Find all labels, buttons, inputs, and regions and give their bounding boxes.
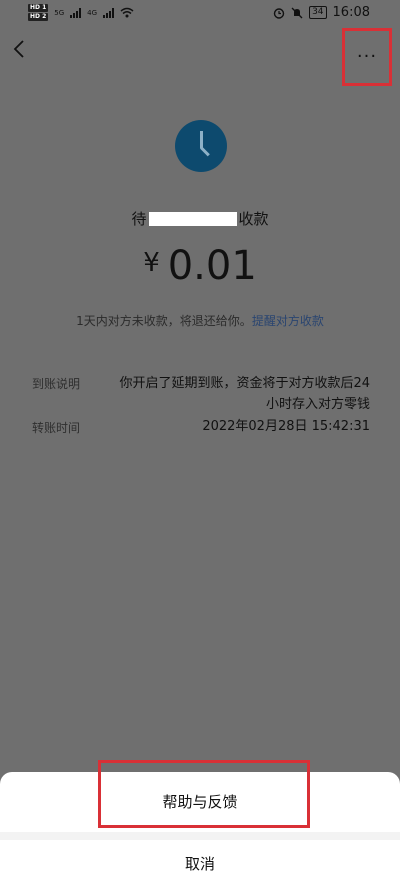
network1-label: 5G: [54, 8, 65, 17]
network2-label: 4G: [87, 8, 98, 17]
status-right: 34 16:08: [273, 5, 370, 20]
cancel-button[interactable]: 取消: [0, 840, 400, 888]
status-prefix: 待: [131, 210, 147, 228]
help-highlight-box: [98, 760, 310, 828]
arrival-label: 到账说明: [32, 377, 81, 391]
transfer-amount: ¥0.01: [0, 243, 400, 289]
redacted-name: [148, 212, 237, 226]
arrival-value: 你开启了延期到账，资金将于对方收款后24 小时存入对方零钱: [119, 373, 370, 415]
back-arrow-icon: [13, 40, 24, 58]
sheet-divider: [0, 832, 400, 840]
currency-symbol: ¥: [143, 248, 160, 278]
transfer-detail-screen: HD 1 HD 2 5G 4G 34 16:08 ··· 待 收款 ¥ 0.01…: [0, 0, 400, 888]
wifi-icon: [120, 7, 134, 18]
transfer-time-value: 2022年02月28日 15:42:31: [202, 419, 370, 434]
refund-note-text: 1天内对方未收款，将退还给你。: [76, 314, 252, 328]
sim1-badge: HD 1: [28, 4, 49, 12]
status-bar: HD 1 HD 2 5G 4G 34 16:08: [0, 0, 400, 28]
alarm-icon: [273, 7, 285, 19]
status-left: HD 1 HD 2 5G 4G: [28, 4, 134, 21]
signal2-icon: [103, 7, 115, 18]
signal-icon: [70, 7, 82, 18]
mute-icon: [291, 7, 303, 18]
clock-time: 16:08: [332, 5, 370, 20]
more-icon: ···: [356, 46, 378, 67]
refund-note: 1天内对方未收款，将退还给你。提醒对方收款: [0, 312, 400, 329]
remind-payee-link[interactable]: 提醒对方收款: [252, 314, 324, 328]
status-suffix: 收款: [238, 210, 269, 228]
arrival-line-1: 你开启了延期到账，资金将于对方收款后24: [119, 376, 370, 391]
battery-icon: 34: [309, 6, 327, 19]
pending-clock-icon: [175, 120, 227, 172]
amount-value: 0.01: [167, 243, 257, 289]
more-options-button[interactable]: ···: [342, 28, 392, 86]
transfer-time-label: 转账时间: [32, 421, 81, 435]
sim2-badge: HD 2: [28, 13, 49, 21]
back-button[interactable]: [12, 38, 36, 62]
sim-indicators: HD 1 HD 2: [28, 4, 49, 21]
transfer-status: 待 收款: [0, 208, 400, 229]
arrival-line-2: 小时存入对方零钱: [265, 397, 370, 412]
